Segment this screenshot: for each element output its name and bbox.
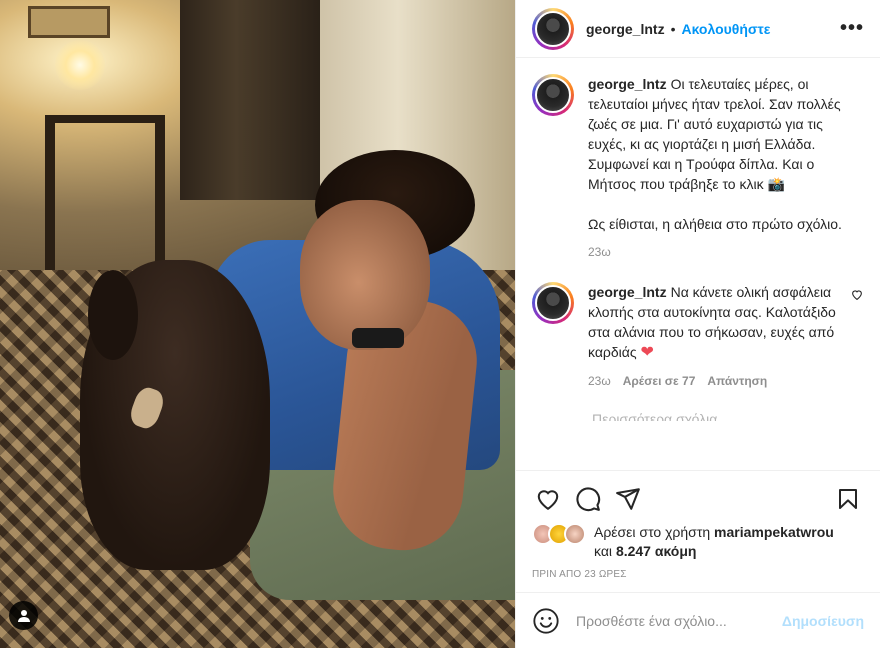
author-avatar[interactable] [532,7,574,50]
liker-avatar [564,523,586,545]
liker-avatars[interactable] [532,523,590,545]
add-comment-input[interactable] [576,612,782,629]
photo-wall-frame [28,6,110,38]
photo-table [45,115,165,275]
caption-text: Οι τελευταίες μέρες, οι τελευταίοι μήνες… [588,76,842,232]
avatar-image [535,10,571,47]
post-side-panel: george_lntz • Ακολουθήστε ••• george_lnt… [515,0,880,648]
likes-user-link[interactable]: mariampekatwrou [714,524,834,540]
add-comment-bar: Δημοσίευση [516,592,880,648]
likes-summary: Αρέσει στο χρήστη mariampekatwrou και 8.… [528,521,868,563]
post-header: george_lntz • Ακολουθήστε ••• [516,0,880,58]
post-timestamp[interactable]: ΠΡΙΝ ΑΠΟ 23 ΩΡΕΣ [528,563,868,592]
photo-watch [352,328,404,348]
photo-doorway [180,0,320,200]
likes-and: και [594,543,613,559]
save-button[interactable] [828,479,868,519]
red-heart-emoji: ❤ [640,344,654,361]
comment-reply-button[interactable]: Απάντηση [707,371,767,391]
bookmark-icon [839,489,857,509]
smiley-icon[interactable] [532,607,560,635]
share-button[interactable] [608,479,648,519]
comments-list[interactable]: george_lntz Οι τελευταίες μέρες, οι τελευ… [516,58,880,470]
comment-avatar[interactable] [532,282,574,324]
post-actions: Αρέσει στο χρήστη mariampekatwrou και 8.… [516,470,880,592]
avatar-image [535,77,571,113]
more-options-icon[interactable]: ••• [840,17,864,40]
comment-icon [576,487,601,512]
comment-item: george_lntz Να κάνετε ολική ασφάλεια κλοπ… [532,282,864,391]
post-dialog: george_lntz • Ακολουθήστε ••• george_lnt… [0,0,880,648]
author-username[interactable]: george_lntz [586,21,665,37]
caption-username[interactable]: george_lntz [588,76,667,92]
avatar-image [535,285,571,321]
send-icon [616,488,640,510]
comment-username[interactable]: george_lntz [588,284,667,300]
post-comment-button[interactable]: Δημοσίευση [782,613,864,629]
post-photo[interactable] [0,0,515,648]
comment-likes[interactable]: Αρέσει σε 77 [623,371,696,391]
caption-time[interactable]: 23ω [588,242,611,262]
comment-button[interactable] [568,479,608,519]
like-button[interactable] [528,479,568,519]
comment-time[interactable]: 23ω [588,371,611,391]
photo-lamp [55,40,105,90]
likes-count-link[interactable]: 8.247 ακόμη [616,543,697,559]
tagged-users-button[interactable] [9,601,38,630]
follow-button[interactable]: Ακολουθήστε [681,21,770,37]
user-icon [17,609,30,622]
next-comment-fragment: Περισσότερα σχόλια... [592,411,730,421]
caption-avatar[interactable] [532,74,574,116]
heart-icon [537,490,559,510]
likes-prefix: Αρέσει στο χρήστη [594,524,711,540]
caption: george_lntz Οι τελευταίες μέρες, οι τελευ… [532,74,864,262]
comment-like-icon[interactable] [850,288,864,301]
photo-dog-ear [88,270,138,360]
separator-dot: • [670,20,676,37]
